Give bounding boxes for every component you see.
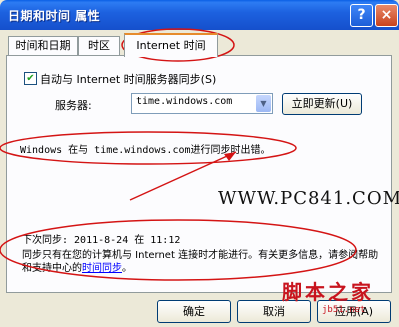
- brand-watermark: 脚本之家: [282, 280, 374, 304]
- info-highlight-ellipse: [0, 219, 357, 281]
- status-highlight-ellipse: [0, 131, 297, 165]
- ok-button[interactable]: 确定: [157, 300, 231, 323]
- domain-watermark: jb51.net: [322, 305, 366, 315]
- arrow-head: [224, 152, 236, 161]
- tab-internet-time[interactable]: Internet 时间: [124, 33, 218, 57]
- arrow-line: [129, 151, 237, 201]
